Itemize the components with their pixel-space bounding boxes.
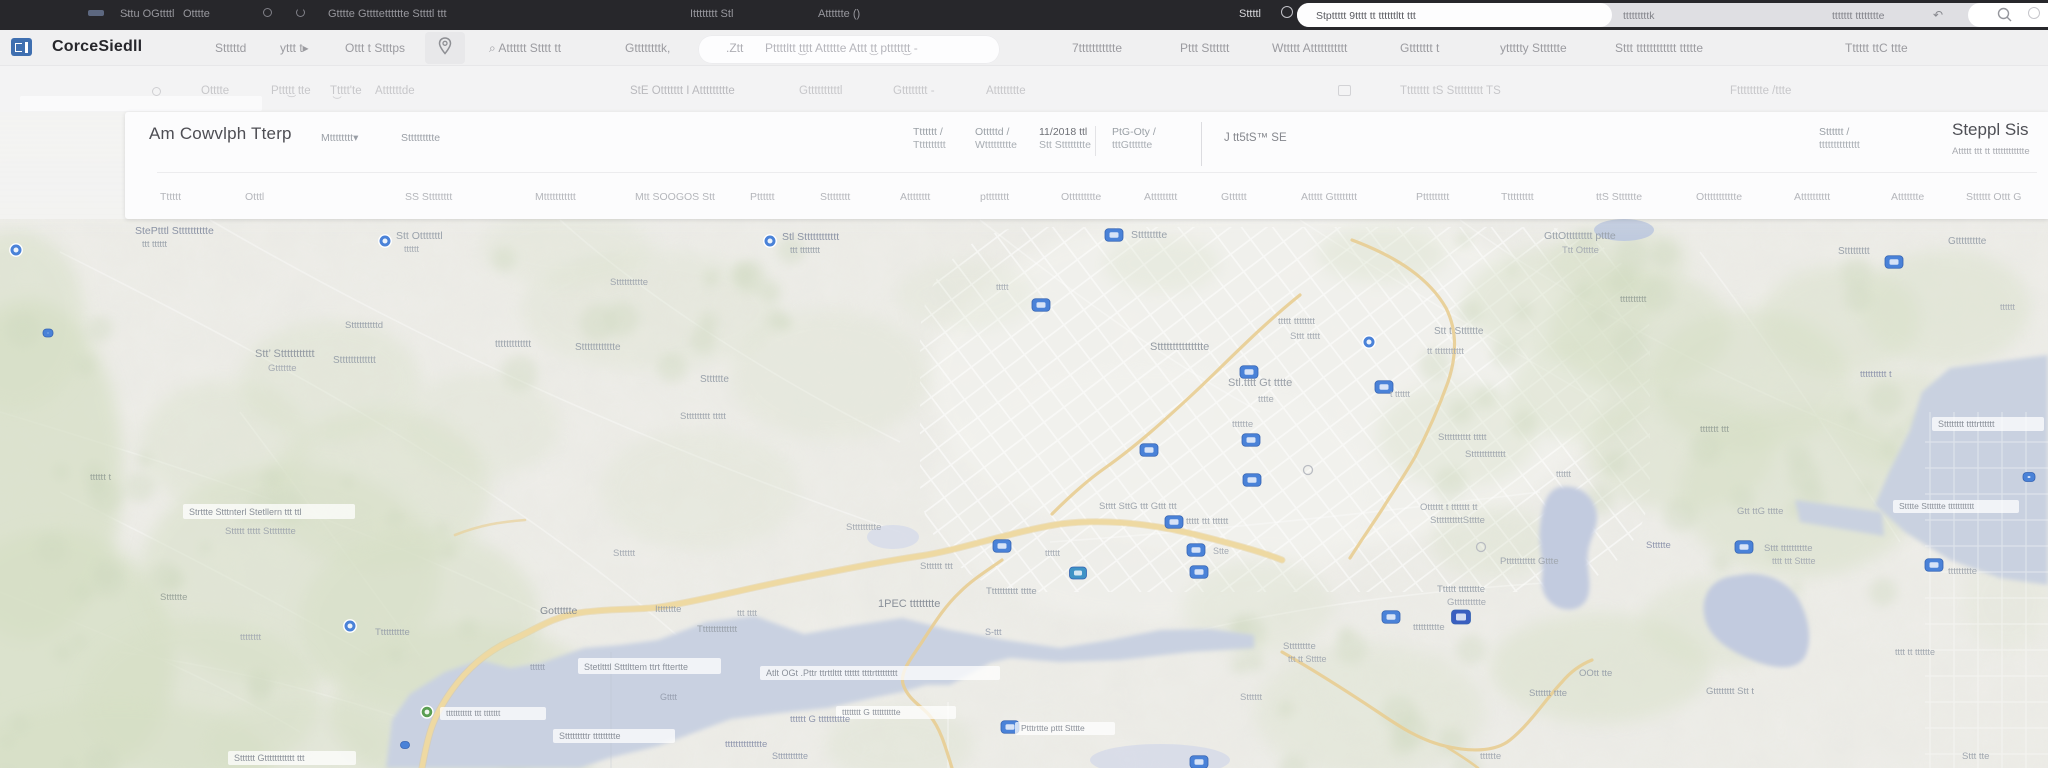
svg-text:Stttttte: Stttttte [160,592,187,603]
svg-text:Gttttttttte: Gttttttttte [1948,236,1987,247]
svg-text:Gtttttttt Stt t: Gtttttttt Stt t [1706,686,1754,697]
svg-text:Tttttttttte: Tttttttttte [375,627,410,638]
svg-text:Stttttttte: Stttttttte [1283,641,1316,652]
svg-text:Strttte Stttnterl Stetllern tt: Strttte Stttnterl Stetllern ttt ttl [189,507,302,517]
svg-text:Pttttttttttt Gttte: Pttttttttttt Gttte [1500,556,1559,567]
svg-text:OOtt tte: OOtt tte [1579,668,1612,679]
svg-text:Stttttttttttte: Stttttttttttte [575,342,621,353]
svg-text:Sttttttttttttt: Sttttttttttttt [333,355,376,366]
svg-text:Sttttte: Sttttte [1646,540,1671,551]
svg-text:ttttt tttttttt: ttttt tttttttt [1278,316,1315,327]
svg-text:ttt tttttttt: ttt tttttttt [790,245,821,255]
svg-text:tttttt t: tttttt t [90,472,111,483]
svg-text:ttttt ttt tttttt: ttttt ttt tttttt [1186,516,1229,527]
svg-text:Ittttttte: Ittttttte [655,604,681,615]
svg-text:Stttttte: Stttttte [700,374,729,385]
svg-text:tttt ttt Stttte: tttt ttt Stttte [1772,556,1816,566]
svg-text:SttttttttttStttte: SttttttttttStttte [1430,515,1485,526]
svg-text:Sttttttttt: Sttttttttt [1838,246,1870,257]
svg-text:Stttttttttr ttttttttte: Stttttttttr ttttttttte [559,731,621,741]
svg-text:Sttttttttt ttttt: Sttttttttt ttttt [680,411,726,422]
svg-text:Stttttt ttt: Stttttt ttt [920,561,953,572]
svg-text:Ttttttttttt tttte: Ttttttttttt tttte [986,586,1037,597]
svg-text:tttttt: tttttt [1045,548,1061,558]
svg-text:Sttttt ttttt Stttttttte: Sttttt ttttt Stttttttte [225,526,296,537]
svg-text:ttttttttttt ttt ttttttt: ttttttttttt ttt ttttttt [446,708,501,718]
svg-text:tttttt: tttttt [404,244,420,254]
svg-text:tttt tt tttttte: tttt tt tttttte [1895,647,1935,657]
svg-text:Stttttt Gtttttttttttt ttt: Stttttt Gtttttttttttt ttt [234,753,305,763]
svg-text:tttttttttttttte: tttttttttttttte [725,739,767,750]
svg-text:Stte: Stte [1213,546,1229,556]
svg-text:tttttttttt t: tttttttttt t [1860,369,1892,380]
svg-text:Stttttt: Stttttt [613,548,636,559]
svg-text:Gtt ttG tttte: Gtt ttG tttte [1737,506,1783,517]
svg-text:Sttttttttte: Sttttttttte [846,522,881,533]
svg-text:Gtttt: Gtttt [660,692,678,702]
svg-text:S‑ttt: S‑ttt [985,627,1002,637]
svg-text:Stttttttt ttttrtttttt: Stttttttt ttttrtttttt [1938,419,1995,429]
svg-text:tttte: tttte [1258,394,1274,405]
svg-text:Tttttttttttttt: Tttttttttttttt [697,624,737,635]
svg-text:1PEC tttttttte: 1PEC tttttttte [878,598,940,610]
svg-text:Stttt SttG ttt Gttt ttt: Stttt SttG ttt Gttt ttt [1099,501,1177,512]
svg-text:tttttte: tttttte [1232,419,1253,430]
svg-text:Atlt OGt .Pttr ttrttlttt ttttt: Atlt OGt .Pttr ttrttlttt tttttt ttttrttt… [766,668,898,678]
svg-text:Sttttttttttttttte: Sttttttttttttttte [1150,341,1209,353]
svg-text:StePtttl Stttttttttte: StePtttl Stttttttttte [135,225,214,237]
svg-text:Sttt tte: Sttt tte [1962,751,1989,762]
svg-text:ttttt: ttttt [996,282,1009,292]
svg-text:Otttttt t ttttttt tt: Otttttt t ttttttt tt [1420,502,1478,513]
svg-text:Gotttttte: Gotttttte [540,605,578,617]
svg-text:t tttttt: t tttttt [1390,389,1411,399]
svg-text:tttttt: tttttt [530,662,546,672]
svg-text:tttttttttte: tttttttttte [1413,622,1445,633]
svg-text:Stttte Stttttte ttttttttttt: Stttte Stttttte ttttttttttt [1899,501,1975,511]
svg-text:ttt tt Stttte: ttt tt Stttte [1288,654,1327,664]
svg-text:Tttttt tttttttte: Tttttt tttttttte [1437,584,1485,595]
svg-text:tttttt: tttttt [1556,469,1572,479]
svg-text:Sttt tttttttttte: Sttt tttttttttte [1764,543,1813,554]
svg-text:tttttte: tttttte [1480,751,1501,762]
svg-text:tttttttt: tttttttt [240,632,261,643]
svg-text:tttttt G tttttttttte: tttttt G tttttttttte [790,714,850,725]
svg-text:Stttttttttte: Stttttttttte [610,277,648,288]
svg-text:Ptttrttte pttt Stttte: Ptttrttte pttt Stttte [1021,723,1085,733]
svg-text:GttOttttttttt pttte: GttOttttttttt pttte [1544,230,1616,242]
svg-text:Stttttttttt ttttt: Stttttttttt ttttt [1438,432,1487,443]
svg-text:ttttttttttttt: ttttttttttttt [495,339,531,350]
svg-text:Ttt Otttte: Ttt Otttte [1562,245,1599,256]
svg-text:tttttttttt: tttttttttt [1620,294,1647,305]
svg-text:Stttttttte: Stttttttte [1131,229,1167,241]
svg-text:Stt Otttttttl: Stt Otttttttl [396,230,443,242]
svg-text:Gtttttte: Gtttttte [268,363,297,374]
svg-text:ttttttt ttt: ttttttt ttt [1700,424,1729,435]
svg-text:ttt tttttt: ttt tttttt [142,239,168,249]
svg-text:Stttttt: Stttttt [1240,692,1263,703]
svg-text:tt ttttttttttt: tt ttttttttttt [1427,346,1464,357]
svg-text:Stttttttttte: Stttttttttte [772,751,808,761]
svg-text:Gtttttttttte: Gtttttttttte [1447,597,1486,608]
svg-text:tttttt: tttttt [2000,302,2016,312]
svg-text:Sttttttttttttt: Sttttttttttttt [1465,449,1506,460]
svg-text:Stt t Stttttte: Stt t Stttttte [1434,326,1484,337]
svg-text:ttttttttte: ttttttttte [1948,566,1977,577]
svg-text:Sttttttttttd: Sttttttttttd [345,320,383,331]
svg-text:ttt tttt: ttt tttt [737,608,758,618]
svg-text:Stl Stttttttttttt: Stl Stttttttttttt [782,231,839,243]
svg-text:Stetltttl Stttlttem ttrt ftter: Stetltttl Stttlttem ttrt fttertte [584,662,688,672]
svg-text:Stt’ Sttttttttttt: Stt’ Sttttttttttt [255,348,315,360]
svg-text:Stl.tttt Gt tttte: Stl.tttt Gt tttte [1228,377,1292,389]
svg-text:Sttt ttttt: Sttt ttttt [1290,331,1320,342]
svg-text:tttttttt G tttttttttte: tttttttt G tttttttttte [842,707,901,717]
svg-text:Stttttt ttte: Stttttt ttte [1529,688,1567,699]
